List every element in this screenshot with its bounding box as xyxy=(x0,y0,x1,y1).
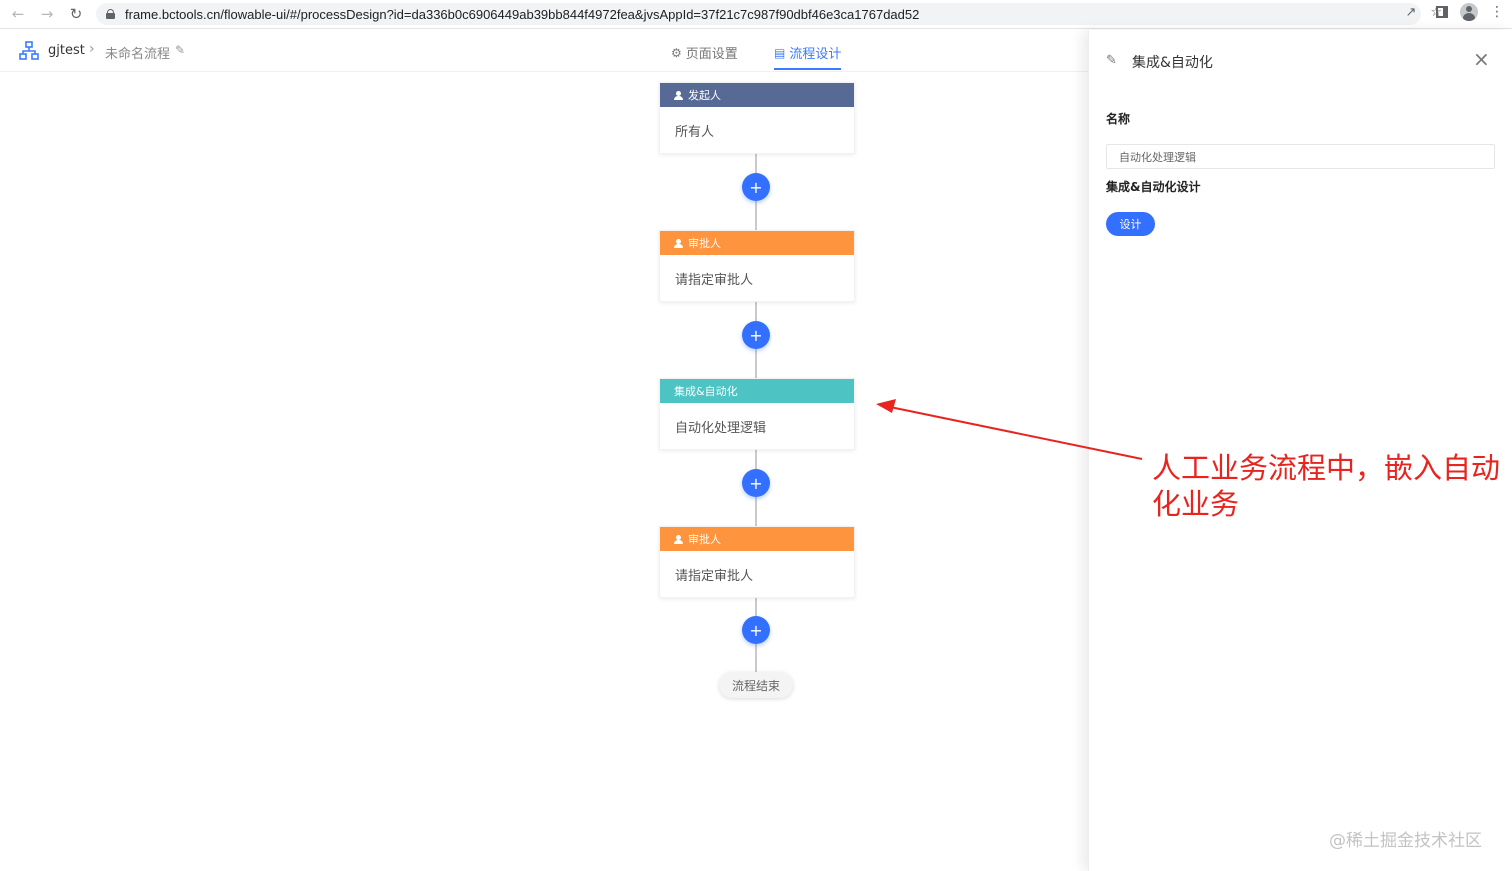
watermark: @稀土掘金技术社区 xyxy=(1329,831,1482,851)
design-button[interactable]: 设计 xyxy=(1106,212,1155,236)
node-type-label: 发起人 xyxy=(688,89,721,102)
forward-icon[interactable]: → xyxy=(33,0,61,28)
node-header: 审批人 xyxy=(660,231,854,255)
lock-icon xyxy=(106,9,115,19)
app-header: gjtest › 未命名流程 ✎ ⚙ 页面设置 ▤ 流程设计 xyxy=(0,30,1088,72)
back-icon[interactable]: ← xyxy=(4,0,32,28)
node-content: 自动化处理逻辑 xyxy=(675,421,767,436)
browser-toolbar: ← → ↻ frame.bctools.cn/flowable-ui/#/pro… xyxy=(0,0,1512,29)
flow-canvas[interactable]: 发起人 所有人 + 审批人 请指定审批人 + 集成&自动化 自动化处理逻辑 + … xyxy=(0,73,1088,871)
node-header: 发起人 xyxy=(660,83,854,107)
flow-name: 未命名流程 xyxy=(105,47,171,62)
close-icon[interactable]: × xyxy=(1473,49,1490,69)
plus-icon: + xyxy=(749,177,763,197)
person-icon xyxy=(674,238,683,248)
tab-process-design[interactable]: ▤ 流程设计 xyxy=(774,43,842,63)
node-content: 请指定审批人 xyxy=(675,273,754,288)
add-node-button[interactable]: + xyxy=(742,616,770,644)
address-bar[interactable]: frame.bctools.cn/flowable-ui/#/processDe… xyxy=(96,3,1421,25)
node-type-label: 审批人 xyxy=(688,237,721,250)
annotation-text: 人工业务流程中，嵌入自动化业务 xyxy=(1152,451,1501,521)
drawer-title: 集成&自动化 xyxy=(1132,55,1213,71)
add-node-button[interactable]: + xyxy=(742,321,770,349)
side-panel-icon[interactable] xyxy=(1436,6,1448,18)
flow-end: 流程结束 xyxy=(719,672,793,698)
plus-icon: + xyxy=(749,620,763,640)
edit-name-icon[interactable]: ✎ xyxy=(175,43,185,57)
flow-design-icon: ▤ xyxy=(774,45,786,60)
plus-icon: + xyxy=(749,325,763,345)
flow-node-approver[interactable]: 审批人 请指定审批人 xyxy=(659,230,855,302)
automation-design-label: 集成&自动化设计 xyxy=(1106,180,1201,194)
reload-icon[interactable]: ↻ xyxy=(62,0,90,28)
active-tab-indicator xyxy=(774,68,841,70)
flow-node-initiator[interactable]: 发起人 所有人 xyxy=(659,82,855,154)
url-text: frame.bctools.cn/flowable-ui/#/processDe… xyxy=(125,6,920,22)
node-type-label: 集成&自动化 xyxy=(674,385,738,398)
add-node-button[interactable]: + xyxy=(742,469,770,497)
node-type-label: 审批人 xyxy=(688,533,721,546)
name-label: 名称 xyxy=(1106,112,1131,126)
edit-icon: ✎ xyxy=(1106,53,1117,68)
tab-page-settings-label: 页面设置 xyxy=(685,47,738,62)
person-icon xyxy=(674,90,683,100)
node-header: 集成&自动化 xyxy=(660,379,854,403)
add-node-button[interactable]: + xyxy=(742,173,770,201)
gear-icon: ⚙ xyxy=(671,45,682,60)
tab-process-design-label: 流程设计 xyxy=(789,47,842,62)
node-content: 所有人 xyxy=(675,125,715,140)
flow-node-approver[interactable]: 审批人 请指定审批人 xyxy=(659,526,855,598)
flow-node-automation[interactable]: 集成&自动化 自动化处理逻辑 xyxy=(659,378,855,450)
profile-avatar[interactable] xyxy=(1460,3,1478,21)
plus-icon: + xyxy=(749,473,763,493)
node-header: 审批人 xyxy=(660,527,854,551)
person-icon xyxy=(674,534,683,544)
browser-menu-icon[interactable]: ⋮ xyxy=(1490,4,1504,20)
app-name[interactable]: gjtest xyxy=(48,43,85,58)
share-icon[interactable]: ↗ xyxy=(1405,5,1416,20)
node-content: 请指定审批人 xyxy=(675,569,754,584)
chevron-right-icon: › xyxy=(89,41,95,57)
org-chart-icon xyxy=(19,41,39,60)
tab-page-settings[interactable]: ⚙ 页面设置 xyxy=(671,43,738,63)
name-input[interactable] xyxy=(1106,144,1495,169)
